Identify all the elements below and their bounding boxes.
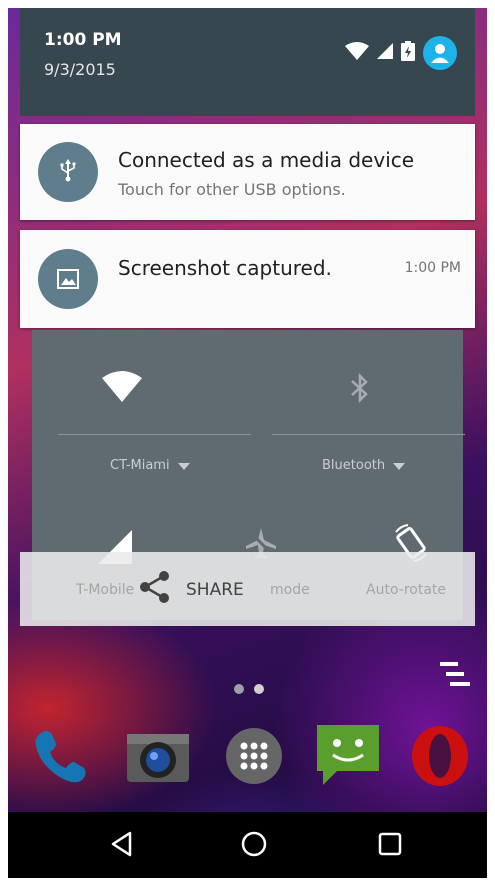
airplane-mode-label: mode <box>270 582 310 598</box>
battery-icon <box>401 41 415 65</box>
screenshot-notification[interactable]: Screenshot captured. 1:00 PM <box>20 230 475 328</box>
recents-icon <box>378 832 402 860</box>
auto-rotate-label: Auto-rotate <box>366 582 447 598</box>
phone-frame: 1:00 PM 9/3/2015 Connected as a media de… <box>0 0 495 886</box>
share-bar: T-Mobile mode Auto-rotate SHARE <box>20 552 475 626</box>
opera-app-icon[interactable] <box>404 720 476 792</box>
date: 9/3/2015 <box>44 60 116 79</box>
bluetooth-label: Bluetooth <box>322 458 386 473</box>
bluetooth-selector[interactable]: Bluetooth <box>322 456 406 475</box>
app-drawer-icon[interactable] <box>218 720 290 792</box>
divider <box>58 434 251 435</box>
share-button[interactable]: SHARE <box>138 570 244 609</box>
messaging-app-icon[interactable] <box>312 720 384 792</box>
image-icon <box>38 249 98 309</box>
wifi-tile[interactable] <box>102 370 142 406</box>
camera-app-icon[interactable] <box>122 720 194 792</box>
back-icon <box>110 831 134 861</box>
wifi-icon <box>345 42 369 64</box>
notification-time: 1:00 PM <box>404 260 461 276</box>
wifi-network-selector[interactable]: CT-Miami <box>110 456 190 475</box>
screen: 1:00 PM 9/3/2015 Connected as a media de… <box>8 8 487 878</box>
notification-subtitle: Touch for other USB options. <box>118 180 346 199</box>
bluetooth-tile[interactable] <box>348 372 372 408</box>
home-button[interactable] <box>234 826 274 866</box>
page-dot <box>234 684 244 694</box>
chevron-down-icon <box>393 456 406 475</box>
navigation-bar <box>8 812 487 878</box>
cellular-label: T-Mobile <box>76 582 135 598</box>
phone-app-icon[interactable] <box>24 720 96 792</box>
usb-notification[interactable]: Connected as a media device Touch for ot… <box>20 124 475 220</box>
wifi-network-label: CT-Miami <box>110 458 170 473</box>
menu-icon[interactable] <box>436 660 470 694</box>
divider <box>272 434 465 435</box>
chevron-down-icon <box>177 456 190 475</box>
share-icon <box>138 570 172 609</box>
notification-shade-header: 1:00 PM 9/3/2015 <box>20 8 475 116</box>
usb-icon <box>38 142 98 202</box>
notification-title: Connected as a media device <box>118 148 415 172</box>
bluetooth-icon <box>348 372 372 408</box>
recents-button[interactable] <box>370 826 410 866</box>
page-indicator <box>234 684 264 694</box>
home-icon <box>240 830 268 862</box>
back-button[interactable] <box>102 826 142 866</box>
clock: 1:00 PM <box>44 30 122 50</box>
cell-signal-icon <box>377 43 393 63</box>
share-label: SHARE <box>186 579 244 600</box>
notification-title: Screenshot captured. <box>118 256 332 280</box>
wifi-icon <box>102 370 142 406</box>
page-dot-active <box>254 684 264 694</box>
user-avatar-icon[interactable] <box>423 36 457 70</box>
status-icons <box>345 36 457 70</box>
